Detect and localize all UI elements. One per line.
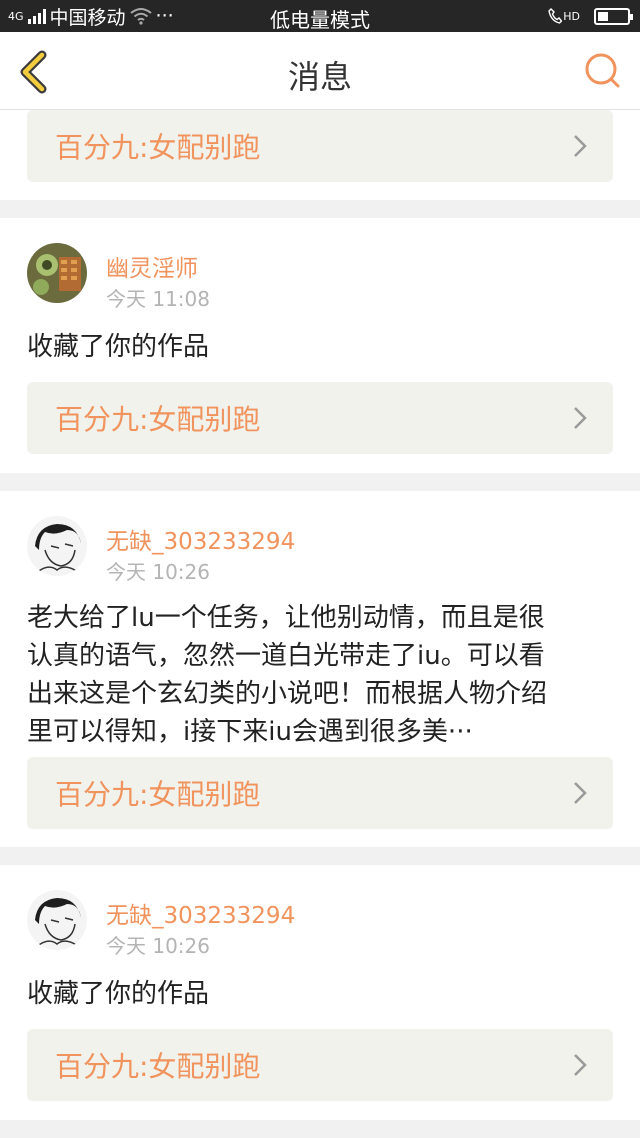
- work-title: 百分九:女配别跑: [55, 403, 261, 436]
- message-content: 老大给了lu一个任务，让他别动情，而且是很 认真的语气，忽然一道白光带走了iu。…: [27, 599, 613, 751]
- chevron-right-icon: [574, 407, 587, 429]
- username[interactable]: 无缺_303233294: [106, 896, 295, 930]
- work-title: 百分九:女配别跑: [55, 1050, 261, 1083]
- chevron-right-icon: [574, 135, 587, 157]
- timestamp: 今天 11:08: [106, 287, 210, 311]
- chevron-right-icon: [574, 1054, 587, 1076]
- username[interactable]: 无缺_303233294: [106, 522, 295, 556]
- content-line: 出来这是个玄幻类的小说吧！而根据人物介绍: [27, 679, 548, 709]
- hd-label: HD: [563, 9, 580, 23]
- username[interactable]: 幽灵淫师: [106, 249, 198, 283]
- battery-level: [598, 11, 608, 21]
- hd-call-icon: HD: [548, 8, 580, 24]
- avatar[interactable]: [27, 516, 87, 576]
- status-right: HD: [548, 0, 633, 32]
- page-title: 消息: [287, 58, 352, 96]
- work-link[interactable]: 百分九:女配别跑: [27, 382, 613, 454]
- work-link[interactable]: 百分九:女配别跑: [27, 110, 613, 182]
- message-content: 收藏了你的作品: [27, 332, 210, 362]
- status-bar: 4G 中国移动 ··· 低电量模式 HD: [0, 0, 640, 32]
- battery-icon: [594, 7, 633, 25]
- work-link[interactable]: 百分九:女配别跑: [27, 757, 613, 829]
- low-power-mode-label: 低电量模式: [270, 8, 370, 32]
- message-card: 百分九:女配别跑: [0, 110, 640, 200]
- content-line: 里可以得知，i接下来iu会遇到很多美···: [27, 717, 473, 747]
- message-content: 收藏了你的作品: [27, 979, 210, 1009]
- timestamp: 今天 10:26: [106, 934, 210, 958]
- work-title: 百分九:女配别跑: [55, 778, 261, 811]
- content-line: 老大给了lu一个任务，让他别动情，而且是很: [27, 603, 545, 633]
- work-title: 百分九:女配别跑: [55, 131, 261, 164]
- timestamp: 今天 10:26: [106, 560, 210, 584]
- message-card: 无缺_303233294 今天 10:26 老大给了lu一个任务，让他别动情，而…: [0, 491, 640, 847]
- message-card: 无缺_303233294 今天 10:26 收藏了你的作品 百分九:女配别跑: [0, 865, 640, 1120]
- chevron-right-icon: [574, 782, 587, 804]
- navigation-bar: 消息: [0, 32, 640, 110]
- work-link[interactable]: 百分九:女配别跑: [27, 1029, 613, 1101]
- search-button[interactable]: [582, 50, 624, 92]
- search-icon: [585, 53, 620, 88]
- content-line: 认真的语气，忽然一道白光带走了iu。可以看: [27, 641, 545, 671]
- message-card: 幽灵淫师 今天 11:08 收藏了你的作品 百分九:女配别跑: [0, 218, 640, 473]
- avatar[interactable]: [27, 890, 87, 950]
- avatar[interactable]: [27, 243, 87, 303]
